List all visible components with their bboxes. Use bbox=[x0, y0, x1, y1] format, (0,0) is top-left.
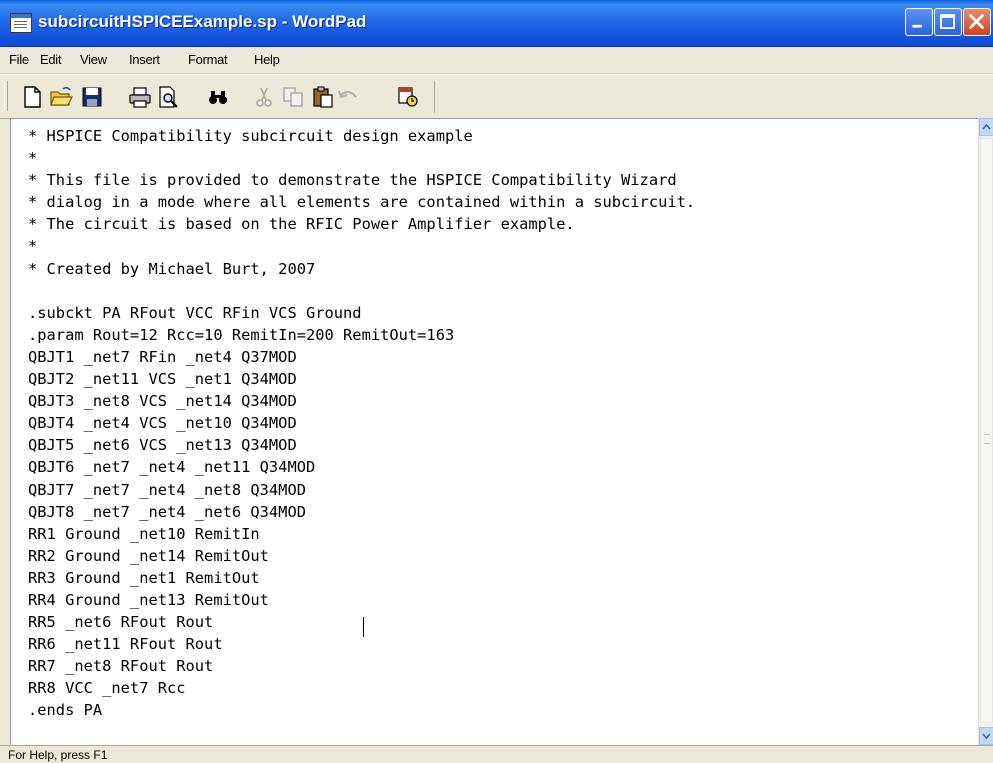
date-time-icon[interactable] bbox=[396, 85, 420, 109]
copy-icon[interactable] bbox=[281, 85, 305, 109]
menu-format[interactable]: Format bbox=[188, 52, 228, 67]
minimize-icon bbox=[912, 24, 922, 28]
document-line[interactable]: RR8 VCC _net7 Rcc bbox=[28, 677, 695, 699]
document-line[interactable]: QBJT1 _net7 RFin _net4 Q37MOD bbox=[28, 346, 695, 368]
document-line[interactable]: * dialog in a mode where all elements ar… bbox=[28, 191, 695, 213]
scroll-down-arrow-icon bbox=[982, 733, 991, 740]
document-line[interactable]: * Created by Michael Burt, 2007 bbox=[28, 258, 695, 280]
document-line[interactable]: .param Rout=12 Rcc=10 RemitIn=200 RemitO… bbox=[28, 324, 695, 346]
maximize-icon bbox=[940, 14, 955, 29]
document-line[interactable]: RR7 _net8 RFout Rout bbox=[28, 655, 695, 677]
text-caret bbox=[363, 617, 364, 637]
maximize-button[interactable] bbox=[934, 8, 962, 36]
document-line[interactable]: * The circuit is based on the RFIC Power… bbox=[28, 213, 695, 235]
menu-bar: File Edit View Insert Format Help bbox=[0, 47, 993, 74]
find-binoculars-icon[interactable] bbox=[206, 85, 230, 109]
print-preview-icon[interactable] bbox=[156, 85, 180, 109]
status-bar: For Help, press F1 bbox=[0, 745, 993, 763]
document-line[interactable]: * bbox=[28, 147, 695, 169]
document-line[interactable]: RR5 _net6 RFout Rout bbox=[28, 611, 695, 633]
menu-insert[interactable]: Insert bbox=[129, 52, 160, 67]
wordpad-app-icon[interactable] bbox=[10, 13, 32, 33]
document-line[interactable] bbox=[28, 280, 695, 302]
document-area[interactable]: * HSPICE Compatibility subcircuit design… bbox=[10, 118, 979, 746]
document-line[interactable]: RR4 Ground _net13 RemitOut bbox=[28, 589, 695, 611]
menu-file[interactable]: File bbox=[9, 52, 29, 67]
undo-icon[interactable] bbox=[336, 85, 360, 109]
close-icon bbox=[969, 14, 984, 29]
save-disk-icon[interactable] bbox=[80, 85, 104, 109]
print-icon[interactable] bbox=[128, 85, 152, 109]
menu-view[interactable]: View bbox=[80, 52, 107, 67]
close-button[interactable] bbox=[963, 8, 991, 36]
document-text[interactable]: * HSPICE Compatibility subcircuit design… bbox=[28, 125, 695, 722]
document-line[interactable]: QBJT7 _net7 _net4 _net8 Q34MOD bbox=[28, 479, 695, 501]
document-line[interactable]: .ends PA bbox=[28, 699, 695, 721]
status-text: For Help, press F1 bbox=[8, 748, 108, 762]
menu-help[interactable]: Help bbox=[254, 52, 280, 67]
scroll-thumb-grip bbox=[984, 434, 990, 444]
document-line[interactable]: * bbox=[28, 235, 695, 257]
paste-icon[interactable] bbox=[311, 85, 335, 109]
wordpad-window: subcircuitHSPICEExample.sp - WordPad Fil… bbox=[0, 0, 993, 763]
scroll-up-arrow-icon bbox=[982, 123, 991, 130]
menu-edit[interactable]: Edit bbox=[40, 52, 62, 67]
document-line[interactable]: RR1 Ground _net10 RemitIn bbox=[28, 523, 695, 545]
scroll-up-button[interactable] bbox=[979, 118, 993, 136]
document-line[interactable]: RR3 Ground _net1 RemitOut bbox=[28, 567, 695, 589]
document-line[interactable]: QBJT8 _net7 _net4 _net6 Q34MOD bbox=[28, 501, 695, 523]
minimize-button[interactable] bbox=[905, 8, 933, 36]
document-line[interactable]: QBJT4 _net4 VCS _net10 Q34MOD bbox=[28, 412, 695, 434]
window-title: subcircuitHSPICEExample.sp - WordPad bbox=[38, 12, 367, 31]
new-document-icon[interactable] bbox=[20, 85, 44, 109]
scroll-thumb[interactable] bbox=[980, 138, 993, 723]
vertical-scrollbar[interactable] bbox=[978, 118, 993, 745]
document-line[interactable]: RR6 _net11 RFout Rout bbox=[28, 633, 695, 655]
open-folder-icon[interactable] bbox=[49, 85, 73, 109]
document-line[interactable]: QBJT3 _net8 VCS _net14 Q34MOD bbox=[28, 390, 695, 412]
document-line[interactable]: QBJT5 _net6 VCS _net13 Q34MOD bbox=[28, 434, 695, 456]
cut-scissors-icon[interactable] bbox=[252, 85, 276, 109]
document-line[interactable]: QBJT2 _net11 VCS _net1 Q34MOD bbox=[28, 368, 695, 390]
toolbar-end-separator bbox=[434, 81, 435, 113]
document-line[interactable]: * HSPICE Compatibility subcircuit design… bbox=[28, 125, 695, 147]
toolbar bbox=[0, 74, 993, 119]
toolbar-grip[interactable] bbox=[4, 81, 8, 111]
title-bar[interactable]: subcircuitHSPICEExample.sp - WordPad bbox=[0, 0, 993, 47]
document-line[interactable]: * This file is provided to demonstrate t… bbox=[28, 169, 695, 191]
document-line[interactable]: QBJT6 _net7 _net4 _net11 Q34MOD bbox=[28, 456, 695, 478]
document-line[interactable]: .subckt PA RFout VCC RFin VCS Ground bbox=[28, 302, 695, 324]
document-line[interactable]: RR2 Ground _net14 RemitOut bbox=[28, 545, 695, 567]
scroll-down-button[interactable] bbox=[979, 727, 993, 745]
